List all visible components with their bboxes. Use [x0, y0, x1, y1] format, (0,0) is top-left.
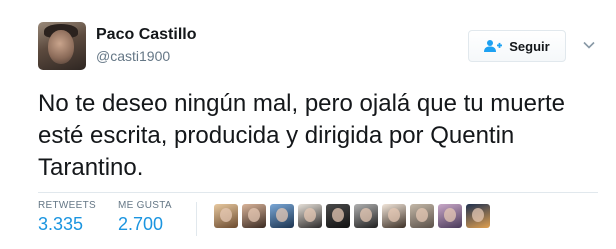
- likes-count: 2.700: [118, 214, 164, 234]
- follow-button-label: Seguir: [509, 38, 550, 54]
- liker-avatar-face: [304, 208, 316, 222]
- liker-avatar-icon[interactable]: [270, 204, 294, 228]
- liker-avatar-icon[interactable]: [326, 204, 350, 228]
- liker-avatar-icon[interactable]: [382, 204, 406, 228]
- stats-separator: [196, 202, 197, 236]
- liker-avatar-face: [444, 208, 456, 222]
- liker-avatar-face: [276, 208, 288, 222]
- liker-avatar-icon[interactable]: [214, 204, 238, 228]
- retweets-label: RETWEETS: [38, 200, 96, 211]
- liker-avatar-icon[interactable]: [354, 204, 378, 228]
- avatar-face: [48, 30, 74, 64]
- liker-avatar-face: [472, 208, 484, 222]
- follow-button[interactable]: Seguir: [468, 30, 566, 62]
- likers-avatar-list: [214, 204, 490, 228]
- author-handle[interactable]: @casti1900: [96, 48, 170, 64]
- liker-avatar-face: [220, 208, 232, 222]
- liker-avatar-face: [248, 208, 260, 222]
- likes-label: ME GUSTA: [118, 200, 172, 211]
- tweet-text: No te deseo ningún mal, pero ojalá que t…: [38, 90, 566, 181]
- liker-avatar-icon[interactable]: [438, 204, 462, 228]
- liker-avatar-face: [360, 208, 372, 222]
- liker-avatar-icon[interactable]: [298, 204, 322, 228]
- likes-stat[interactable]: ME GUSTA 2.700: [118, 200, 172, 235]
- liker-avatar-face: [416, 208, 428, 222]
- retweets-count: 3.335: [38, 214, 84, 234]
- author-name[interactable]: Paco Castillo: [96, 26, 196, 44]
- follow-user-plus-icon: [484, 40, 503, 52]
- liker-avatar-icon[interactable]: [410, 204, 434, 228]
- chevron-down-icon[interactable]: [582, 38, 596, 52]
- liker-avatar-face: [388, 208, 400, 222]
- stats-divider: [38, 192, 598, 193]
- user-avatar-icon[interactable]: [38, 22, 86, 70]
- liker-avatar-icon[interactable]: [242, 204, 266, 228]
- liker-avatar-icon[interactable]: [466, 204, 490, 228]
- retweets-stat[interactable]: RETWEETS 3.335: [38, 200, 96, 235]
- liker-avatar-face: [332, 208, 344, 222]
